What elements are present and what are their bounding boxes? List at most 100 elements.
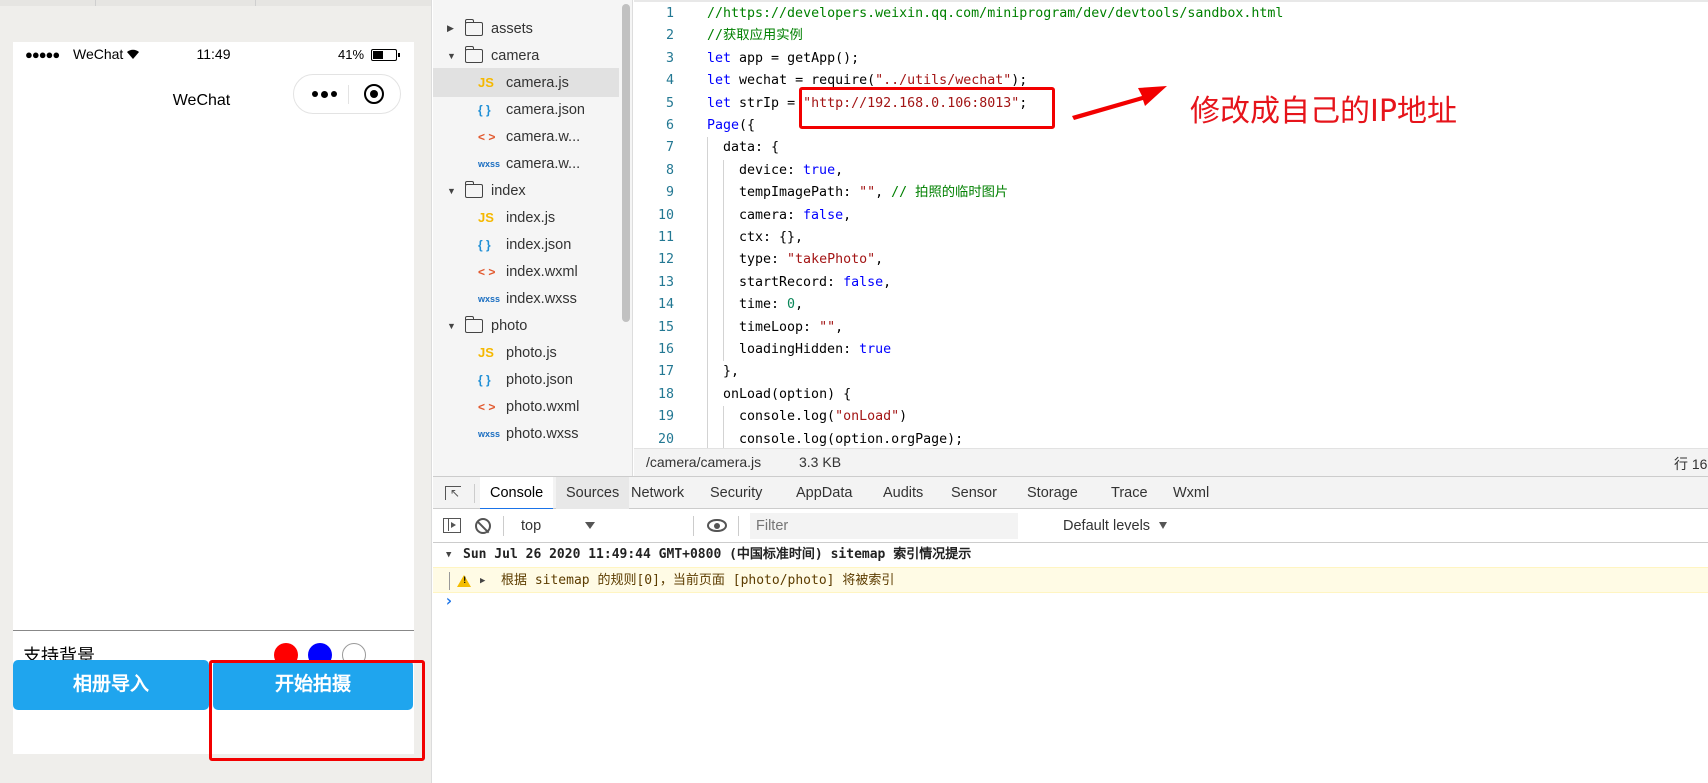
tree-item-label: camera.json — [506, 101, 585, 118]
tree-file-camera.js[interactable]: JS camera.js — [433, 68, 619, 97]
log-levels-dropdown[interactable]: Default levels — [1063, 509, 1150, 543]
console-prompt[interactable]: › — [444, 591, 454, 610]
tab-console[interactable]: Console — [480, 477, 554, 510]
wxss-file-icon: wxss — [478, 158, 501, 169]
code-text: data: { — [723, 140, 780, 156]
tree-item-label: index — [491, 182, 526, 199]
code-text: timeLoop: "", — [739, 319, 844, 335]
tree-folder-photo[interactable]: ▼ photo — [433, 311, 619, 340]
tree-file-camera.json[interactable]: { } camera.json — [433, 95, 619, 124]
folder-collapsed-triangle-icon[interactable]: ▶ — [447, 23, 461, 34]
line-number: 5 — [665, 95, 674, 111]
tree-item-label: photo.json — [506, 371, 573, 388]
tab-appdata[interactable]: AppData — [786, 477, 862, 510]
console-filter-input[interactable] — [750, 513, 1018, 539]
tree-folder-assets[interactable]: ▶ assets — [433, 14, 619, 43]
expand-triangle-icon[interactable]: ▶ — [480, 568, 485, 594]
json-file-icon: { } — [478, 372, 491, 387]
tree-file-photo.js[interactable]: JS photo.js — [433, 338, 619, 367]
file-tree-scrollbar[interactable] — [622, 4, 630, 322]
tree-item-label: photo — [491, 317, 528, 334]
console-toolbar: top Default levels — [433, 509, 1708, 543]
capsule-menu[interactable] — [293, 74, 401, 114]
tree-item-label: photo.wxml — [506, 398, 580, 415]
chevron-down-icon[interactable] — [585, 522, 595, 529]
folder-expanded-triangle-icon[interactable]: ▼ — [447, 321, 461, 331]
line-number: 16 — [657, 342, 674, 357]
tree-item-label: index.wxml — [506, 263, 578, 280]
camera-preview-border — [13, 630, 414, 631]
line-number: 6 — [665, 118, 674, 133]
console-group-message[interactable]: ▼ Sun Jul 26 2020 11:49:44 GMT+0800 (中国标… — [433, 543, 1708, 567]
console-sidebar-icon[interactable] — [443, 518, 461, 533]
line-number: 2 — [665, 28, 674, 44]
folder-icon — [465, 18, 483, 36]
inspect-element-icon[interactable] — [445, 486, 461, 500]
tab-storage[interactable]: Storage — [1017, 477, 1088, 510]
tree-folder-camera[interactable]: ▼ camera — [433, 41, 619, 70]
line-number: 7 — [665, 140, 674, 156]
annotation-highlight-shoot — [209, 660, 425, 761]
tab-sensor[interactable]: Sensor — [941, 477, 1007, 510]
js-file-icon: JS — [478, 345, 494, 360]
tree-file-photo.wxss[interactable]: wxss photo.wxss — [433, 419, 619, 448]
warning-icon — [457, 575, 471, 587]
code-text: loadingHidden: true — [739, 342, 892, 357]
file-size: 3.3 KB — [799, 454, 842, 470]
folder-open-icon — [465, 45, 483, 63]
close-mini-program-icon[interactable] — [364, 84, 384, 104]
code-editor[interactable]: 1 //https://developers.weixin.qq.com/mini… — [634, 0, 1708, 448]
tree-file-index.json[interactable]: { } index.json — [433, 230, 619, 259]
tab-trace[interactable]: Trace — [1101, 477, 1158, 510]
album-import-button[interactable]: 相册导入 — [13, 660, 209, 710]
annotation-highlight-ip — [799, 87, 1055, 129]
tree-file-camera.w...[interactable]: < > camera.w... — [433, 122, 619, 151]
folder-open-icon — [465, 180, 483, 198]
devtools-panel: ConsoleSourcesNetworkSecurity AppData Audi… — [433, 476, 1708, 783]
live-expression-eye-icon[interactable] — [707, 519, 727, 532]
code-text: Page({ — [707, 118, 756, 133]
tree-file-index.js[interactable]: JS index.js — [433, 203, 619, 232]
line-number: 3 — [665, 50, 674, 66]
tree-file-camera.w...[interactable]: wxss camera.w... — [433, 149, 619, 178]
chevron-down-icon[interactable] — [1159, 522, 1167, 529]
battery-icon — [371, 49, 400, 61]
tree-file-photo.json[interactable]: { } photo.json — [433, 365, 619, 394]
line-number: 1 — [665, 6, 674, 21]
wxml-file-icon: < > — [478, 129, 496, 144]
simulator-panel: ●●●●● WeChat 11:49 41% WeChat 支持背景 相册导入 … — [0, 0, 432, 783]
cursor-position[interactable]: 行 16 — [1674, 454, 1707, 474]
line-number: 10 — [657, 207, 674, 223]
annotation-arrow-icon — [1072, 86, 1167, 120]
folder-expanded-triangle-icon[interactable]: ▼ — [447, 51, 461, 61]
more-dots-icon[interactable] — [304, 75, 344, 113]
folder-expanded-triangle-icon[interactable]: ▼ — [447, 186, 461, 196]
file-tree: ▶ assets ▼ camera JS camera.js { } camera.json <… — [433, 0, 633, 477]
tab-network[interactable]: Network — [621, 477, 694, 510]
js-file-icon: JS — [478, 210, 494, 225]
phone-screen: ●●●●● WeChat 11:49 41% WeChat 支持背景 相册导入 … — [13, 42, 414, 754]
console-warning-message[interactable]: ▶ 根据 sitemap 的规则[0]，当前页面 [photo/photo] 将… — [433, 567, 1708, 593]
line-number: 14 — [657, 297, 674, 313]
tree-item-label: camera — [491, 47, 540, 64]
devtools-tab-bar: ConsoleSourcesNetworkSecurity AppData Audi… — [433, 476, 1708, 510]
expand-triangle-icon[interactable]: ▼ — [446, 543, 451, 567]
tree-file-photo.wxml[interactable]: < > photo.wxml — [433, 392, 619, 421]
tree-file-index.wxml[interactable]: < > index.wxml — [433, 257, 619, 286]
tab-sources[interactable]: Sources — [556, 477, 630, 510]
tree-file-index.wxss[interactable]: wxss index.wxss — [433, 284, 619, 313]
code-text: time: 0, — [739, 297, 804, 313]
tree-folder-index[interactable]: ▼ index — [433, 176, 619, 205]
file-path: /camera/camera.js — [646, 454, 762, 470]
tab-wxml[interactable]: Wxml — [1163, 477, 1219, 510]
tab-security[interactable]: Security — [700, 477, 772, 510]
wxml-file-icon: < > — [478, 399, 496, 414]
code-text: camera: false, — [739, 207, 852, 223]
clear-console-icon[interactable] — [475, 518, 491, 534]
context-selector[interactable]: top — [513, 509, 683, 543]
tree-item-label: index.wxss — [506, 290, 577, 307]
tab-audits[interactable]: Audits — [873, 477, 933, 510]
tree-item-label: photo.wxss — [506, 425, 579, 442]
code-text: console.log(option.orgPage); — [739, 431, 964, 447]
battery-percent: 41% — [338, 47, 365, 62]
